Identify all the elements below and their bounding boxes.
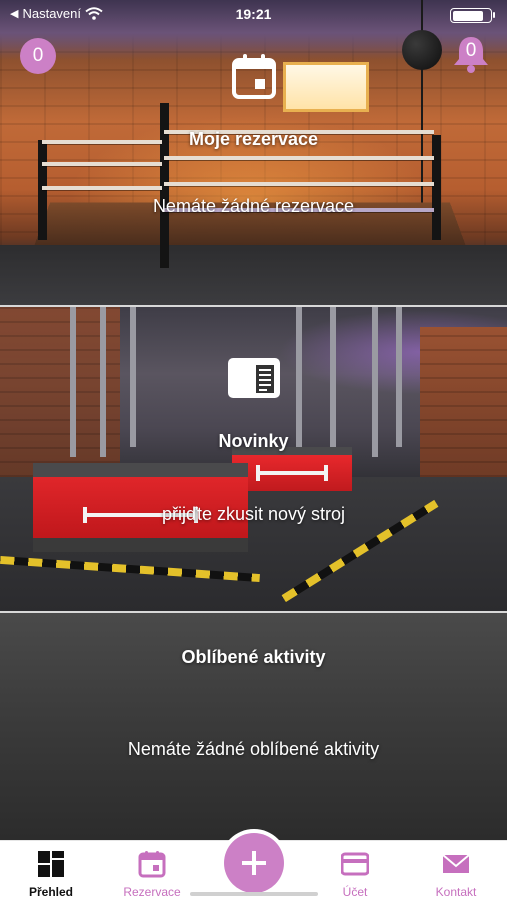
envelope-icon bbox=[442, 854, 470, 873]
calendar-icon bbox=[138, 851, 166, 878]
dashboard-icon bbox=[38, 851, 64, 877]
tab-reservations[interactable]: Rezervace bbox=[107, 841, 197, 901]
plus-icon bbox=[242, 851, 266, 875]
reservations-card[interactable]: Moje rezervace Nemáte žádné rezervace bbox=[0, 0, 507, 305]
battery-icon bbox=[450, 8, 492, 23]
plyo-box-small bbox=[232, 447, 352, 491]
left-count-badge[interactable]: 0 bbox=[20, 38, 56, 74]
tab-overview[interactable]: Přehled bbox=[6, 841, 96, 901]
reservations-empty-text: Nemáte žádné rezervace bbox=[152, 196, 355, 216]
status-bar: ◀ Nastavení 19:21 bbox=[0, 0, 507, 28]
tab-label-overview: Přehled bbox=[28, 885, 73, 899]
tab-account[interactable]: Účet bbox=[310, 841, 400, 901]
tab-label-reservations: Rezervace bbox=[123, 885, 181, 899]
favorites-title: Oblíbené aktivity bbox=[181, 647, 326, 667]
news-title: Novinky bbox=[218, 431, 289, 451]
punching-bag bbox=[402, 30, 442, 70]
reservations-title: Moje rezervace bbox=[188, 129, 319, 149]
tab-contact[interactable]: Kontakt bbox=[411, 841, 501, 901]
tab-label-account: Účet bbox=[342, 885, 368, 899]
add-button[interactable] bbox=[224, 833, 284, 893]
news-item-text[interactable]: přijďte zkusit nový stroj bbox=[0, 504, 507, 525]
news-card[interactable]: Novinky přijďte zkusit nový stroj bbox=[0, 307, 507, 611]
credit-card-icon bbox=[341, 852, 369, 876]
battery-level bbox=[452, 10, 484, 21]
status-time: 19:21 bbox=[235, 6, 272, 22]
home-indicator bbox=[190, 892, 318, 896]
calendar-icon bbox=[232, 54, 276, 99]
notifications-button[interactable]: 0 bbox=[451, 34, 491, 74]
newspaper-icon bbox=[228, 358, 280, 398]
favorites-card[interactable]: Oblíbené aktivity Nemáte žádné oblíbené … bbox=[0, 613, 507, 840]
tab-label-contact: Kontakt bbox=[435, 885, 477, 899]
favorites-empty-text: Nemáte žádné oblíbené aktivity bbox=[127, 739, 380, 759]
notification-count: 0 bbox=[465, 40, 477, 61]
